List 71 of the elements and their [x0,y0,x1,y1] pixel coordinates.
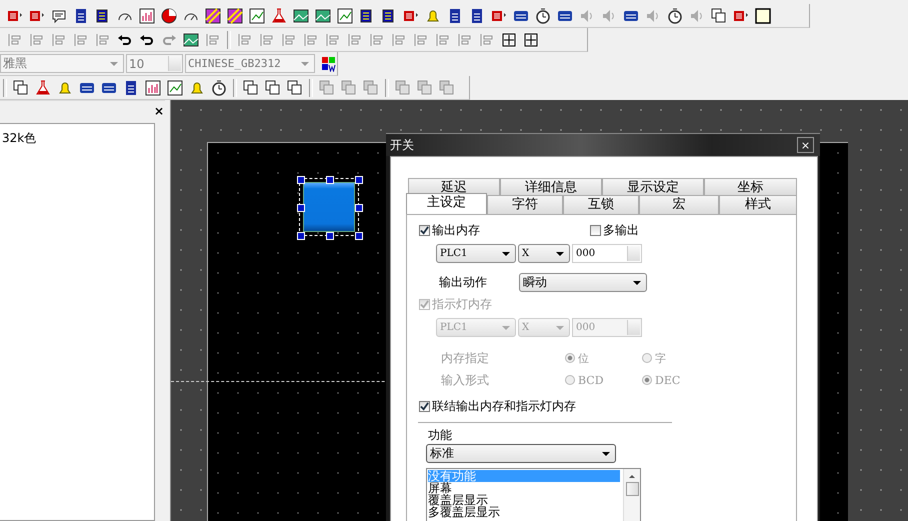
checkbox-label: 指示灯内存 [432,296,492,313]
checkbox[interactable] [419,401,430,412]
layer-icon[interactable] [711,8,727,24]
picture-icon[interactable] [183,32,199,48]
picture-icon[interactable] [293,8,309,24]
list-item[interactable]: 32k色 [2,130,154,147]
stopwatch-icon[interactable] [211,80,227,96]
tab[interactable]: 互锁 [563,195,639,214]
flask-icon[interactable] [35,80,51,96]
picture-icon[interactable] [315,8,331,24]
tab[interactable]: 字符 [487,195,563,214]
striped-icon[interactable] [205,8,221,24]
checkbox-label: 多输出 [603,222,639,238]
calculator-icon[interactable] [73,8,89,24]
field-label: 输入形式 [441,372,490,388]
field-label: 输出动作 [439,274,488,291]
stopwatch-icon[interactable] [667,8,683,24]
bell-icon[interactable] [57,80,73,96]
scrollbar[interactable] [623,469,640,521]
stopwatch-icon[interactable] [535,8,551,24]
device-dropdown[interactable]: PLC1 [436,244,516,263]
flask-icon[interactable] [271,8,287,24]
field-label: 内存指定 [441,350,490,366]
tab[interactable]: 延迟 [408,178,500,195]
list-item[interactable]: 屏幕 [428,482,622,494]
radio-label: 位 [578,350,589,366]
color-palette-icon[interactable] [321,56,337,72]
charset-dropdown[interactable]: CHINESE_GB2312 [185,54,315,73]
tab[interactable]: 宏 [639,195,719,214]
bell-icon[interactable] [425,8,441,24]
layer-icon[interactable] [287,80,303,96]
checkbox-label: 联结输出内存和指示灯内存 [432,398,576,415]
checkbox-label: 输出内存 [432,222,480,238]
list-item[interactable]: 多覆盖层显示 [428,506,622,518]
striped-icon[interactable] [227,8,243,24]
radio-label: 字 [655,350,666,366]
field-label: 功能 [428,427,453,442]
number-field[interactable]: 000 [572,244,642,263]
calculator-icon[interactable] [469,8,485,24]
line-chart-icon[interactable] [249,8,265,24]
action-dropdown[interactable]: 瞬动 [519,273,647,292]
bar-chart-icon[interactable] [139,8,155,24]
square-icon[interactable] [755,8,771,24]
layer-icon[interactable] [13,80,29,96]
calculator-icon[interactable] [123,80,139,96]
close-button[interactable]: × [154,105,164,117]
address-type-dropdown[interactable]: X [518,244,570,263]
layer-icon[interactable] [265,80,281,96]
calculator-icon[interactable] [447,8,463,24]
radio-label: BCD [578,374,604,386]
checkbox[interactable] [419,224,430,236]
radio-label: DEC [655,374,680,386]
list-item[interactable]: 覆盖层显示 [428,494,622,506]
layer-icon[interactable] [243,80,259,96]
close-button[interactable]: × [797,137,814,153]
line-chart-icon[interactable] [167,80,183,96]
tab[interactable]: 主设定 [406,193,487,214]
speech-bubble-icon[interactable] [51,8,67,24]
checkbox[interactable] [590,224,601,236]
tab[interactable]: 详细信息 [500,178,602,195]
pie-icon[interactable] [161,8,177,24]
bar-chart-icon[interactable] [145,80,161,96]
window-title: 开关 [390,136,414,154]
tab[interactable]: 显示设定 [602,178,704,195]
font-dropdown[interactable]: 雅黑 [0,54,124,73]
tab[interactable]: 样式 [719,195,797,214]
line-chart-icon[interactable] [337,8,353,24]
tab[interactable]: 坐标 [704,178,797,195]
bell-icon[interactable] [189,80,205,96]
function-dropdown[interactable]: 标准 [426,444,616,463]
size-field[interactable]: 10 [126,54,183,73]
